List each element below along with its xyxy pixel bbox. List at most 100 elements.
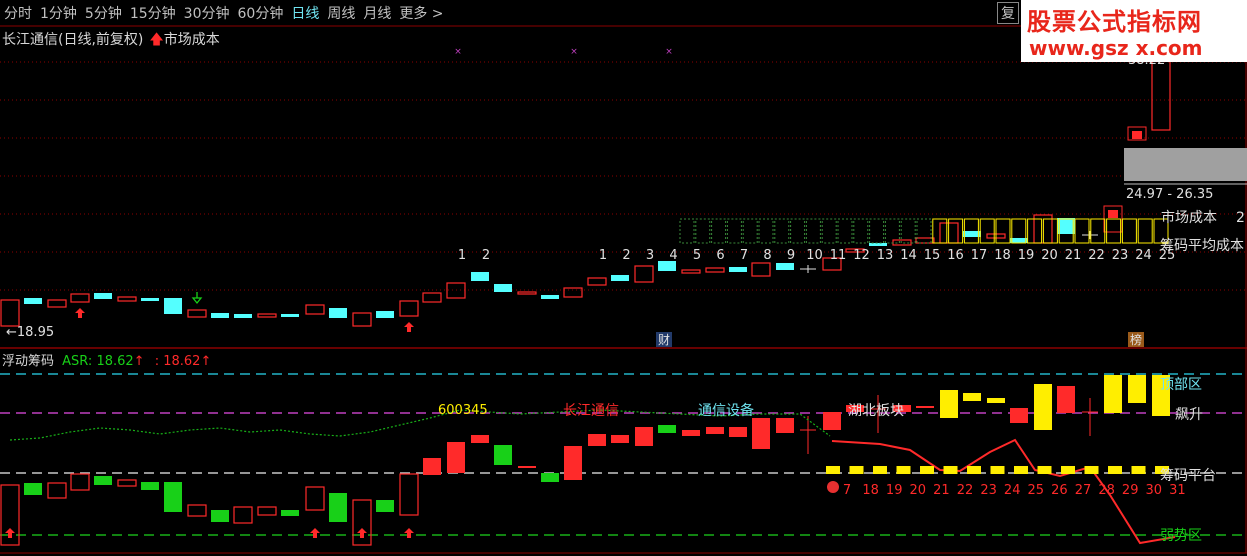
candle-sub-9 — [211, 510, 229, 522]
count-b-21: 22 — [1088, 248, 1105, 263]
candle-sub-43 — [1010, 408, 1028, 423]
candle-sub-48 — [1128, 375, 1146, 403]
candle-main-1 — [24, 298, 42, 304]
candle-sub-28 — [658, 425, 676, 433]
day-label-2: 19 — [886, 483, 903, 498]
avg-cost-label: 筹码平均成本 — [1160, 237, 1244, 254]
candle-sub-6 — [141, 482, 159, 490]
chip-box-11 — [853, 218, 869, 244]
chip-box-15 — [916, 218, 932, 244]
magenta-marker-1: × — [570, 47, 578, 57]
candle-main-26 — [611, 275, 629, 281]
magenta-marker-0: × — [454, 47, 462, 57]
candle-sub-15 — [352, 499, 372, 546]
candle-main-30 — [705, 267, 725, 273]
chip-box-23 — [1042, 218, 1058, 244]
period-tab-0[interactable]: 分时 — [0, 3, 36, 23]
period-tab-1[interactable]: 1分钟 — [36, 3, 81, 23]
candle-main-12 — [281, 314, 299, 317]
chip-box-27 — [1106, 218, 1122, 244]
buy-arrow-icon — [404, 322, 414, 332]
chip-box-13 — [884, 218, 900, 244]
candle-sub-18 — [423, 458, 441, 475]
day-label-13: 30 — [1146, 483, 1163, 498]
count-b-0: 1 — [599, 248, 607, 263]
count-b-8: 9 — [787, 248, 795, 263]
candle-sub-4 — [94, 476, 112, 485]
sell-arrow-icon — [191, 292, 203, 305]
count-b-20: 21 — [1065, 248, 1082, 263]
count-b-18: 19 — [1018, 248, 1035, 263]
day-label-4: 21 — [933, 483, 950, 498]
platform-block-13 — [1131, 466, 1146, 474]
count-b-12: 13 — [877, 248, 894, 263]
chip-box-9 — [821, 218, 837, 244]
count-b-16: 17 — [971, 248, 988, 263]
zone-rise-label: 飙升 — [1175, 407, 1203, 423]
candle-sub-2 — [47, 482, 67, 499]
indicator-name[interactable]: 市场成本 — [164, 32, 220, 48]
chip-box-28 — [1121, 218, 1137, 244]
candle-sub-40 — [940, 390, 958, 418]
candle-main-21 — [494, 284, 512, 292]
cost-zone-box — [1124, 148, 1247, 181]
asr-label: ASR: 18.62 — [62, 354, 134, 369]
candle-main-11 — [257, 313, 277, 318]
count-b-14: 15 — [924, 248, 941, 263]
count-b-2: 3 — [646, 248, 654, 263]
candle-sub-19 — [447, 442, 465, 473]
sub-indicator-name[interactable]: 浮动筹码 — [2, 354, 54, 369]
asr-arrow-icon: ↑ — [200, 354, 212, 369]
candle-sub-17 — [399, 473, 419, 516]
restore-button[interactable]: 复 — [997, 2, 1019, 24]
candle-sub-10 — [233, 506, 253, 524]
candle-main-17 — [399, 300, 419, 317]
period-tab-6[interactable]: 日线 — [287, 3, 323, 23]
platform-block-11 — [1084, 466, 1099, 474]
candle-main-3 — [70, 293, 90, 303]
zone-top-label: 顶部区 — [1160, 377, 1202, 393]
candle-sub-7 — [164, 482, 182, 512]
candle-sub-26 — [611, 435, 629, 443]
period-tab-8[interactable]: 月线 — [359, 3, 395, 23]
platform-block-0 — [826, 466, 840, 474]
market-cost-value: 2 — [1236, 210, 1245, 226]
period-tab-2[interactable]: 5分钟 — [81, 3, 126, 23]
candle-sub-24 — [564, 446, 582, 480]
candle-sub-22 — [518, 466, 536, 468]
zone-platform-label: 筹码平台 — [1160, 467, 1216, 484]
count-b-1: 2 — [622, 248, 630, 263]
period-tab-9[interactable]: 更多 > — [395, 3, 447, 23]
watermark-url: www.gsz x.com — [1029, 36, 1203, 60]
candle-sub-5 — [117, 479, 137, 487]
candle-body-fill-47 — [1108, 210, 1118, 218]
day-label-7: 24 — [1004, 483, 1021, 498]
count-b-9: 10 — [806, 248, 823, 263]
candle-main-32 — [751, 262, 771, 277]
candle-main-31 — [729, 267, 747, 272]
period-tab-7[interactable]: 周线 — [323, 3, 359, 23]
day-label-0: 7 — [843, 483, 851, 498]
candle-main-8 — [187, 309, 207, 318]
candle-sub-21 — [494, 445, 512, 465]
platform-block-7 — [990, 466, 1005, 474]
candle-sub-29 — [682, 430, 700, 436]
platform-block-10 — [1061, 466, 1075, 474]
chip-box-25 — [1074, 218, 1090, 244]
period-tab-3[interactable]: 15分钟 — [126, 3, 180, 23]
bang-marker: 榜 — [1130, 332, 1142, 347]
period-tab-4[interactable]: 30分钟 — [180, 3, 234, 23]
candle-sub-12 — [281, 510, 299, 516]
stock-title: 长江通信(日线,前复权) — [2, 32, 144, 48]
period-tab-5[interactable]: 60分钟 — [234, 3, 288, 23]
buy-arrow-icon — [357, 528, 367, 538]
day-label-10: 27 — [1075, 483, 1092, 498]
platform-block-6 — [967, 466, 981, 474]
day-label-9: 26 — [1051, 483, 1068, 498]
candle-main-22 — [517, 291, 537, 295]
candle-main-20 — [471, 272, 489, 281]
count-a-1: 2 — [482, 248, 490, 263]
candle-sub-31 — [729, 427, 747, 437]
day-label-8: 25 — [1028, 483, 1045, 498]
candle-sub-44 — [1034, 384, 1052, 430]
